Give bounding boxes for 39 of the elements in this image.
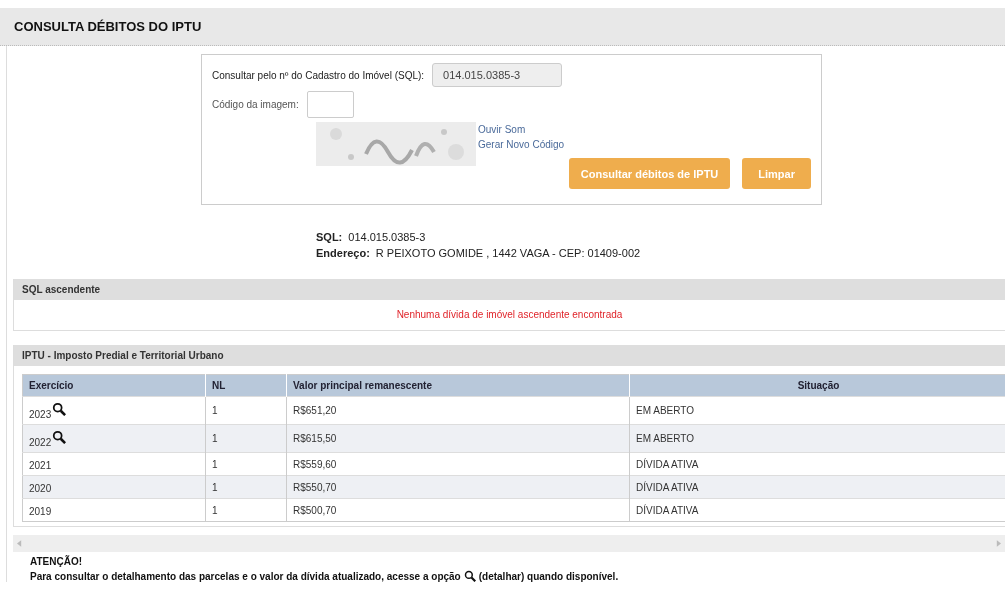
table-cell: 2020 [22, 475, 206, 499]
empty-message: Nenhuma dívida de imóvel ascendente encontrada [396, 309, 623, 320]
table-cell: 1 [205, 424, 287, 453]
column-header: Exercício [22, 374, 206, 397]
sql-label: Consultar pelo nº do Cadastro do Imóvel (SQL): [212, 69, 425, 81]
table-cell: R$500,70 [286, 498, 630, 522]
column-header: Valor principal remanescente [286, 374, 630, 397]
scroll-left-icon[interactable] [17, 540, 22, 547]
notice-text: (detalhar) quando disponível. [478, 570, 619, 582]
info-value: R PEIXOTO GOMIDE , 1442 VAGA - CEP: 01409-002 [375, 247, 641, 259]
search-icon[interactable] [52, 429, 67, 444]
section-title: SQL ascendente [22, 284, 101, 295]
table-cell: 1 [205, 475, 287, 499]
notice-text: Para consultar o detalhamento das parcelas e o valor da dívida atualizado, acesse a opção [30, 570, 461, 582]
table-cell: DÍVIDA ATIVA [629, 498, 1005, 522]
notice-title: ATENÇÃO! [30, 556, 84, 567]
table-cell: 2022 [22, 424, 206, 453]
code-label: Código da imagem: [212, 99, 299, 110]
captcha-link[interactable]: Ouvir Som [478, 124, 565, 135]
captcha-link[interactable]: Gerar Novo Código [478, 139, 565, 150]
table-cell: 2019 [22, 498, 206, 522]
page-title: CONSULTA DÉBITOS DO IPTU [14, 19, 202, 34]
table-cell: EM ABERTO [629, 424, 1005, 453]
search-icon [463, 570, 476, 582]
info-value: 014.015.0385-3 [348, 231, 426, 243]
code-field[interactable] [306, 91, 354, 118]
table-cell: R$550,70 [286, 475, 630, 499]
table-cell: DÍVIDA ATIVA [629, 475, 1005, 499]
scroll-right-icon[interactable] [996, 540, 1001, 547]
sql-field[interactable]: 014.015.0385-3 [432, 63, 563, 87]
search-icon[interactable] [52, 401, 67, 416]
section-title: IPTU - Imposto Predial e Territorial Urbano [22, 350, 224, 361]
column-header: Situação [629, 374, 1005, 397]
horizontal-scrollbar[interactable] [13, 535, 1005, 552]
info-label: SQL: [316, 231, 343, 243]
table-cell: R$615,50 [286, 424, 630, 453]
info-label: Endereço: [316, 247, 370, 259]
table-cell: 1 [205, 498, 287, 522]
column-header: NL [205, 374, 287, 397]
